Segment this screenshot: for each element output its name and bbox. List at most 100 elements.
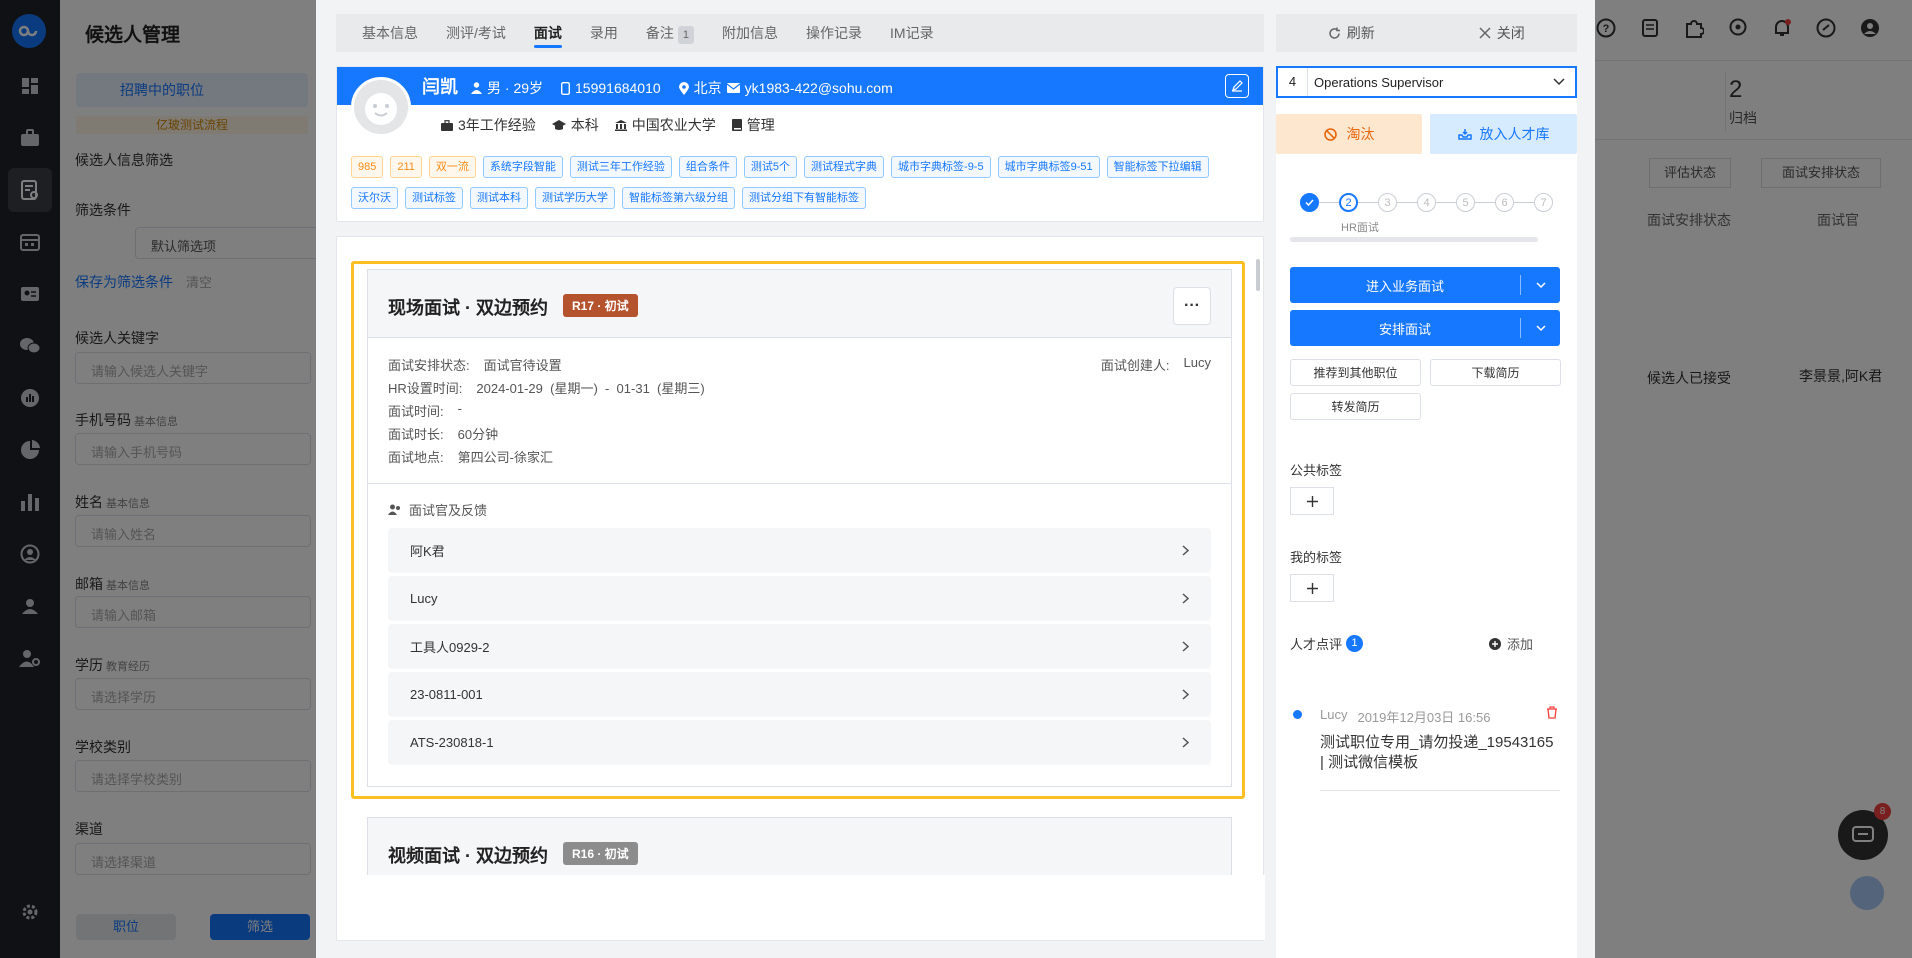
graduation-cap-icon xyxy=(551,120,566,130)
degree: 本科 xyxy=(551,115,599,135)
feedback-title: 面试官及反馈 xyxy=(388,500,487,519)
mail-icon xyxy=(726,83,740,93)
step-7[interactable]: 7 xyxy=(1534,193,1553,212)
job-number: 4 xyxy=(1278,68,1308,96)
job-select[interactable]: 4 Operations Supervisor xyxy=(1276,66,1577,98)
comment-time: 2019年12月03日 16:56 xyxy=(1357,710,1491,725)
tab-notes[interactable]: 备注 1 xyxy=(646,14,695,52)
progress-steps: 2 3 4 5 6 7 xyxy=(1300,193,1553,212)
add-my-tag-button[interactable] xyxy=(1290,574,1334,602)
comments-count: 1 xyxy=(1346,635,1364,652)
candidate-tag: 测试5个 xyxy=(743,156,798,178)
add-comment-button[interactable]: 添加 xyxy=(1489,634,1533,653)
tab-assessment[interactable]: 测评/考试 xyxy=(446,14,506,52)
chevron-down-icon xyxy=(1553,78,1565,86)
delete-icon[interactable] xyxy=(1546,706,1558,719)
location-value: 第四公司-徐家汇 xyxy=(457,450,553,465)
status-label: 面试安排状态: xyxy=(388,358,470,373)
my-tags-title: 我的标签 xyxy=(1290,550,1343,565)
forward-resume-button[interactable]: 转发简历 xyxy=(1290,393,1421,420)
comment-author: Lucy xyxy=(1320,707,1348,722)
talent-pool-button[interactable]: 放入人才库 xyxy=(1430,114,1577,154)
chevron-right-icon xyxy=(1182,689,1189,700)
step-3[interactable]: 3 xyxy=(1378,193,1397,212)
interviewer-row[interactable]: 工具人0929-2 xyxy=(388,624,1211,669)
duration-label: 面试时长: xyxy=(388,427,444,442)
location-icon xyxy=(678,81,689,95)
candidate-tag: 智能标签下拉编辑 xyxy=(1106,156,1209,178)
chevron-down-icon xyxy=(1535,282,1546,288)
edit-icon xyxy=(1232,80,1243,92)
candidate-tag: 测试程式字典 xyxy=(804,156,885,178)
candidate-meta: 3年工作经验 本科 中国农业大学 管理 xyxy=(441,115,775,135)
tab-operation-log[interactable]: 操作记录 xyxy=(806,14,862,52)
refresh-button[interactable]: 刷新 xyxy=(1276,23,1427,43)
plus-icon xyxy=(1306,582,1318,594)
interview-title: 现场面试 · 双边预约 xyxy=(388,298,548,318)
creator-row: 面试创建人: Lucy xyxy=(1101,355,1211,374)
briefcase-icon xyxy=(441,119,453,131)
interviewer-row[interactable]: 23-0811-001 xyxy=(388,672,1211,717)
step-1[interactable] xyxy=(1300,193,1319,212)
tab-extra-info[interactable]: 附加信息 xyxy=(722,14,778,52)
time-row: 面试时间: - xyxy=(388,401,462,420)
arrange-interview-button[interactable]: 安排面试 xyxy=(1290,310,1560,346)
more-button[interactable]: ··· xyxy=(1173,287,1211,325)
comment-meta: Lucy 2019年12月03日 16:56 xyxy=(1320,707,1490,726)
edit-button[interactable] xyxy=(1225,74,1249,98)
close-icon xyxy=(1479,27,1491,39)
school-icon xyxy=(614,119,627,131)
add-public-tag-button[interactable] xyxy=(1290,487,1334,515)
ban-icon xyxy=(1323,127,1337,141)
eliminate-button[interactable]: 淘汰 xyxy=(1276,114,1422,154)
hr-time-value: 2024-01-29 (星期一) - 01-31 (星期三) xyxy=(476,381,705,396)
duration-row: 面试时长: 60分钟 xyxy=(388,424,498,443)
chevron-right-icon xyxy=(1182,737,1189,748)
tab-interview[interactable]: 面试 xyxy=(533,14,562,52)
modal-actions: 刷新 关闭 xyxy=(1276,14,1577,52)
hr-time-row: HR设置时间: 2024-01-29 (星期一) - 01-31 (星期三) xyxy=(388,378,705,397)
interview-card: 现场面试 · 双边预约 R17 · 初试 ··· 面试安排状态: 面试官待设置 面… xyxy=(367,269,1232,787)
candidate-tag: 系统字段智能 xyxy=(482,156,563,178)
candidate-tag: 测试标签 xyxy=(405,187,463,209)
interview-title: 视频面试 · 双边预约 xyxy=(388,846,548,866)
chevron-right-icon xyxy=(1182,593,1189,604)
book-icon xyxy=(731,119,742,131)
recommend-button[interactable]: 推荐到其他职位 xyxy=(1290,359,1421,386)
chevron-right-icon xyxy=(1182,641,1189,652)
creator-value: Lucy xyxy=(1183,355,1211,370)
school: 中国农业大学 xyxy=(614,115,716,135)
hr-time-label: HR设置时间: xyxy=(388,381,463,396)
step-4[interactable]: 4 xyxy=(1417,193,1436,212)
tab-offer[interactable]: 录用 xyxy=(590,14,618,52)
interviewer-row[interactable]: 阿K君 xyxy=(388,528,1211,573)
tab-im-log[interactable]: IM记录 xyxy=(890,14,934,52)
phone: 15991684010 xyxy=(561,80,661,96)
experience: 3年工作经验 xyxy=(441,115,536,135)
public-tags-title: 公共标签 xyxy=(1290,463,1343,478)
job-title: Operations Supervisor xyxy=(1314,74,1444,90)
interviewer-row[interactable]: ATS-230818-1 xyxy=(388,720,1211,765)
scrollbar[interactable] xyxy=(1256,259,1260,291)
candidate-tag: 双一流 xyxy=(428,156,476,178)
plus-icon xyxy=(1306,495,1318,507)
download-resume-button[interactable]: 下载简历 xyxy=(1430,359,1561,386)
step-6[interactable]: 6 xyxy=(1495,193,1514,212)
candidate-tag: 测试分组下有智能标签 xyxy=(742,187,866,209)
status-row: 面试安排状态: 面试官待设置 xyxy=(388,355,562,374)
step-5[interactable]: 5 xyxy=(1456,193,1475,212)
business-interview-button[interactable]: 进入业务面试 xyxy=(1290,267,1560,303)
candidate-tag: 城市字典标签-9-5 xyxy=(891,156,991,178)
candidate-tag: 智能标签第六级分组 xyxy=(622,187,735,209)
tab-basic-info[interactable]: 基本信息 xyxy=(362,14,418,52)
close-button[interactable]: 关闭 xyxy=(1427,23,1578,43)
step-2[interactable]: 2 xyxy=(1339,193,1358,212)
candidate-card: 闫凯 男 · 29岁 15991684010 北京 yk1983-422@sohu… xyxy=(336,66,1264,222)
phone-icon xyxy=(561,81,571,95)
interviewer-row[interactable]: Lucy xyxy=(388,576,1211,621)
step-scrollbar[interactable] xyxy=(1290,237,1538,242)
inbox-icon xyxy=(1457,129,1472,140)
time-value: - xyxy=(457,401,462,416)
plus-circle-icon xyxy=(1489,637,1501,650)
comment-text: 测试职位专用_请勿投递_19543165 | 测试微信模板 xyxy=(1320,734,1554,771)
